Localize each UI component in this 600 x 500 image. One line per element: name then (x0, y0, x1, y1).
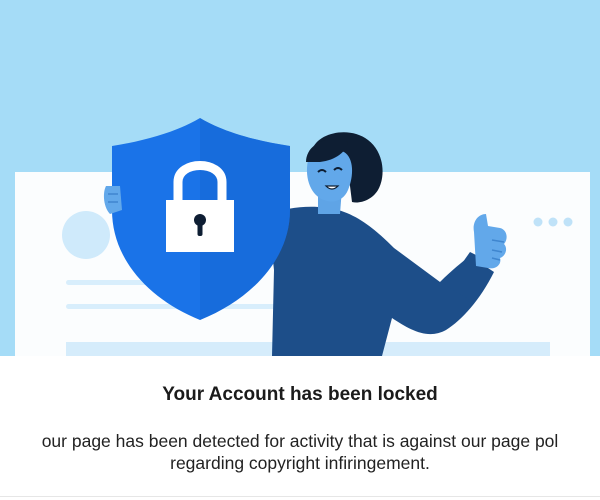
message-line-2: regarding copyright infiringement. (170, 453, 430, 473)
page-title: Your Account has been locked (162, 384, 438, 405)
lock-reason-message: our page has been detected for activity … (0, 430, 600, 474)
notice-panel (0, 356, 600, 500)
card-avatar-circle (62, 211, 110, 259)
more-dots-icon (533, 217, 573, 227)
message-line-1: our page has been detected for activity … (41, 431, 559, 451)
locked-account-page: Your Account has been locked our page ha… (0, 0, 600, 500)
divider (0, 496, 600, 497)
hero-illustration (0, 0, 600, 356)
